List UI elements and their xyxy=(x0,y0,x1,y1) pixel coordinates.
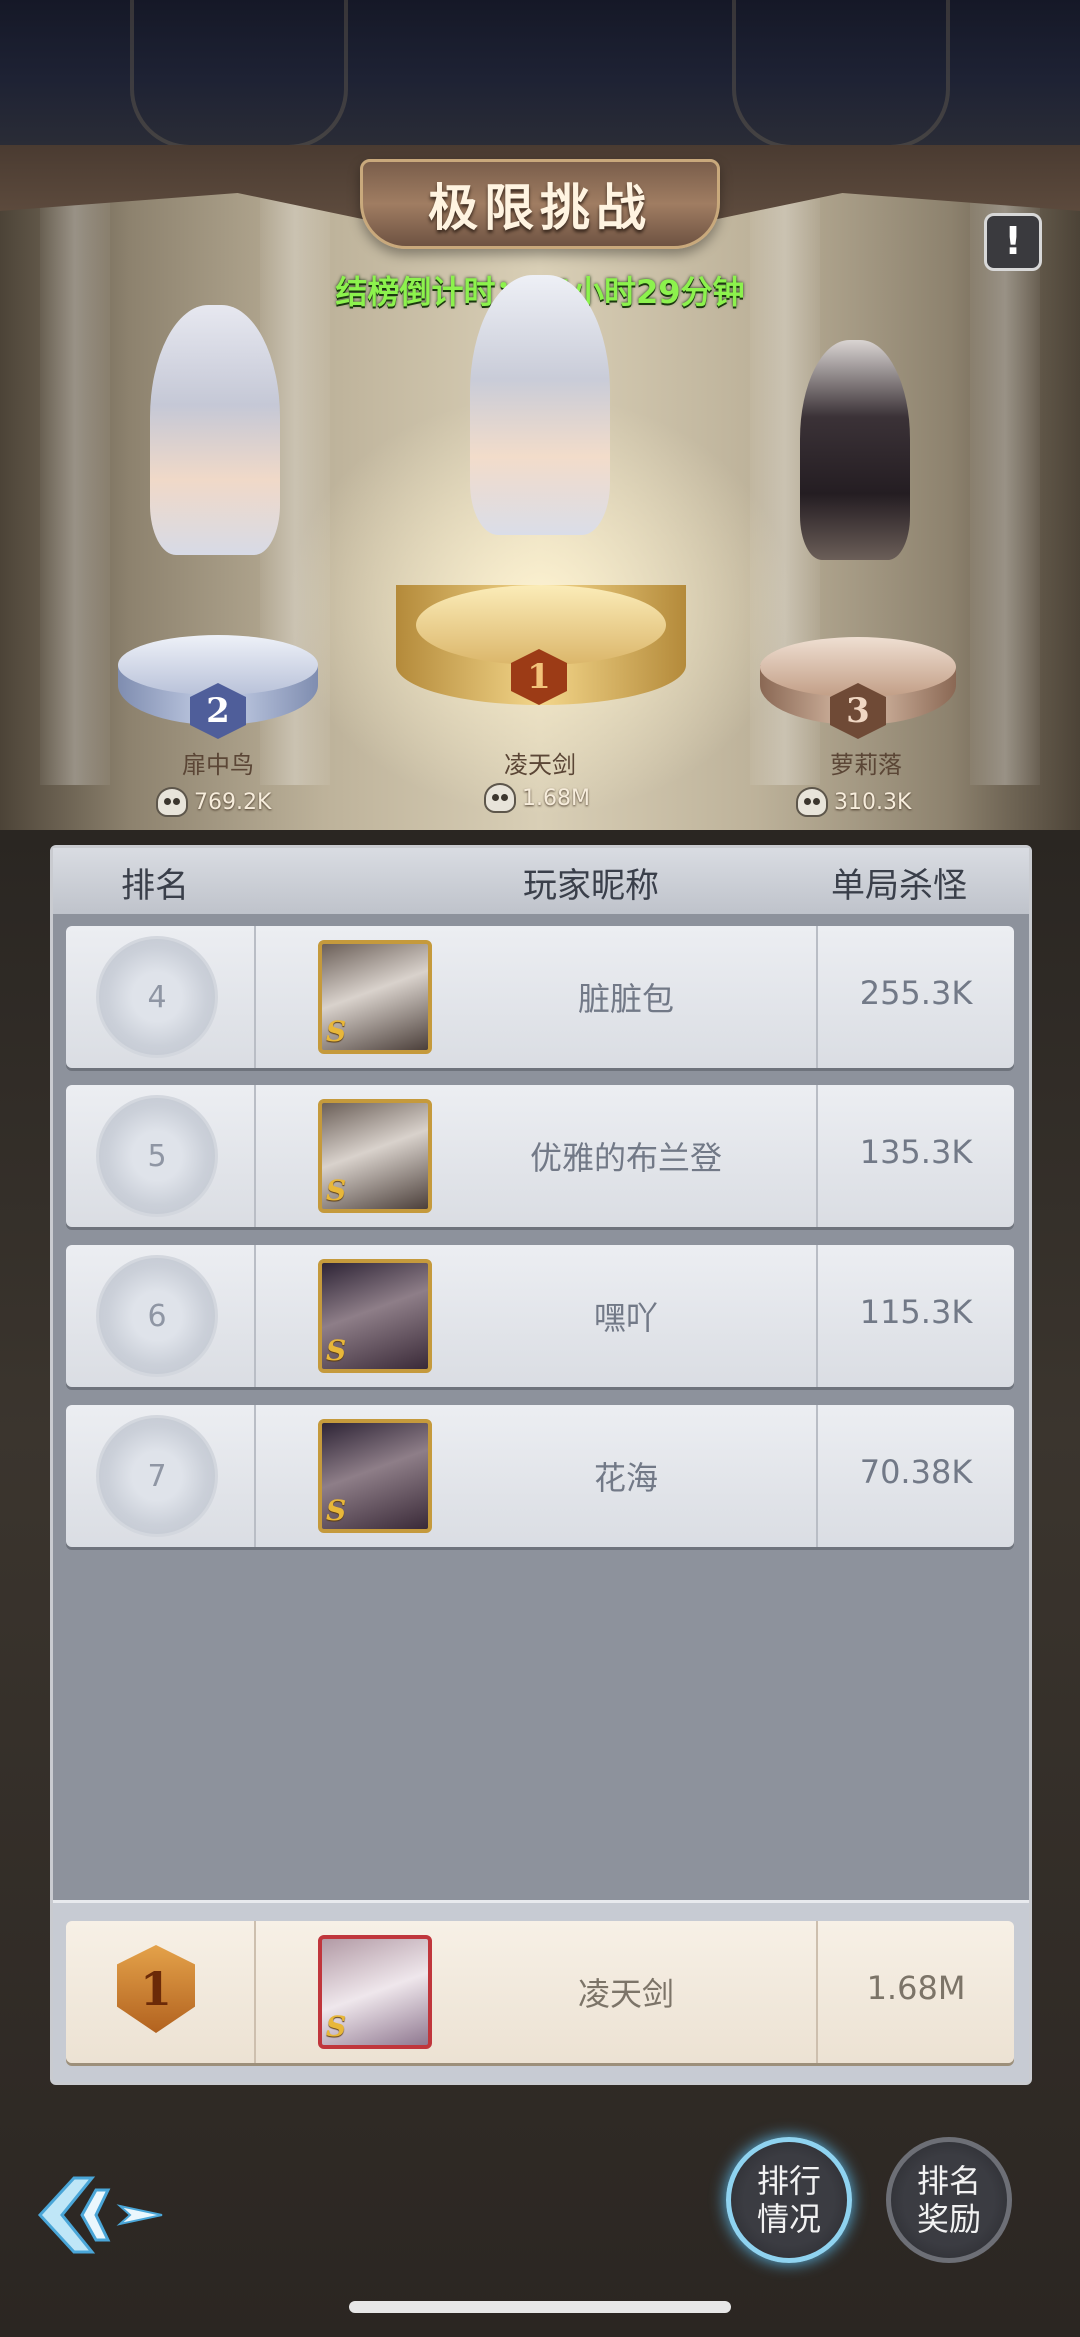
player-avatar[interactable]: S xyxy=(318,1259,432,1373)
kill-count: 115.3K xyxy=(859,1293,973,1331)
podium-character-1[interactable] xyxy=(470,275,610,535)
kill-count: 255.3K xyxy=(859,974,973,1012)
rank-medal: 4 xyxy=(96,936,218,1058)
player-name: 脏脏包 xyxy=(577,980,674,1018)
podium-score-3: 310.3K xyxy=(796,787,911,817)
ranking-rewards-button[interactable]: 排名奖励 xyxy=(886,2137,1012,2263)
page-title: 极限挑战 xyxy=(428,179,652,237)
skull-icon xyxy=(156,787,188,817)
header-player-name: 玩家昵称 xyxy=(523,866,659,906)
avatar-grade: S xyxy=(326,1015,347,1048)
my-rank-row[interactable]: 1 S 凌天剑 1.68M xyxy=(66,1921,1014,2063)
back-arrow-icon[interactable] xyxy=(34,2170,164,2260)
table-row[interactable]: 6 S 嘿吖 115.3K xyxy=(66,1245,1014,1387)
rank-cell: 4 xyxy=(66,926,256,1068)
my-rank-section: 1 S 凌天剑 1.68M xyxy=(53,1900,1029,2082)
podium-character-2[interactable] xyxy=(150,305,280,555)
player-avatar[interactable]: S xyxy=(318,940,432,1054)
table-row[interactable]: 5 S 优雅的布兰登 135.3K xyxy=(66,1085,1014,1227)
podium-score-2: 769.2K xyxy=(156,787,271,817)
podium-score-1: 1.68M xyxy=(484,783,590,813)
player-avatar[interactable]: S xyxy=(318,1099,432,1213)
podium-stage: 极限挑战 ! 结榜倒计时：14小时29分钟 2 扉中鸟 769.2K 1 凌天剑… xyxy=(0,145,1080,830)
rank-cell: 5 xyxy=(66,1085,256,1227)
avatar-grade: S xyxy=(326,1494,347,1527)
podium-score-value-3: 310.3K xyxy=(834,789,912,815)
gold-rank-medal: 1 xyxy=(106,1939,206,2039)
rank-medal: 5 xyxy=(96,1095,218,1217)
podium-score-value-2: 769.2K xyxy=(194,789,272,815)
rank-medal: 7 xyxy=(96,1415,218,1537)
player-avatar[interactable]: S xyxy=(318,1935,432,2049)
avatar-grade: S xyxy=(326,1334,347,1367)
exclamation-icon[interactable]: ! xyxy=(984,213,1042,271)
skull-icon xyxy=(796,787,828,817)
my-player-name: 凌天剑 xyxy=(577,1975,674,2013)
player-name: 优雅的布兰登 xyxy=(529,1139,722,1177)
title-plate: 极限挑战 xyxy=(360,159,720,249)
leaderboard-panel: 排名 玩家昵称 单局杀怪 4 S 脏脏包 255.3K 5 S 优雅的布兰登 1… xyxy=(50,845,1032,2085)
avatar-grade: S xyxy=(326,1174,347,1207)
podium-name-3: 萝莉落 xyxy=(830,751,902,779)
table-row[interactable]: 4 S 脏脏包 255.3K xyxy=(66,926,1014,1068)
player-avatar[interactable]: S xyxy=(318,1419,432,1533)
ranking-status-button[interactable]: 排行情况 xyxy=(726,2137,852,2263)
avatar-grade: S xyxy=(326,2010,347,2043)
my-rank-number: 1 xyxy=(117,1945,195,2033)
podium-score-value-1: 1.68M xyxy=(522,785,590,811)
rank-medal: 6 xyxy=(96,1255,218,1377)
skull-icon xyxy=(484,783,516,813)
podium-name-2: 扉中鸟 xyxy=(182,751,254,779)
player-name: 花海 xyxy=(593,1459,658,1497)
podium-name-1: 凌天剑 xyxy=(504,751,576,779)
top-background xyxy=(0,0,1080,149)
kill-count: 135.3K xyxy=(859,1133,973,1171)
header-rank: 排名 xyxy=(121,866,189,906)
rank-cell: 6 xyxy=(66,1245,256,1387)
player-name: 嘿吖 xyxy=(593,1299,658,1337)
rank-cell: 7 xyxy=(66,1405,256,1547)
my-kill-count: 1.68M xyxy=(866,1969,966,2007)
table-row[interactable]: 7 S 花海 70.38K xyxy=(66,1405,1014,1547)
header-kills: 单局杀怪 xyxy=(831,866,967,906)
kill-count: 70.38K xyxy=(859,1453,973,1491)
home-indicator[interactable] xyxy=(349,2301,731,2313)
podium-character-3[interactable] xyxy=(800,340,910,560)
rank-cell: 1 xyxy=(66,1921,256,2063)
table-header: 排名 玩家昵称 单局杀怪 xyxy=(53,848,1029,914)
